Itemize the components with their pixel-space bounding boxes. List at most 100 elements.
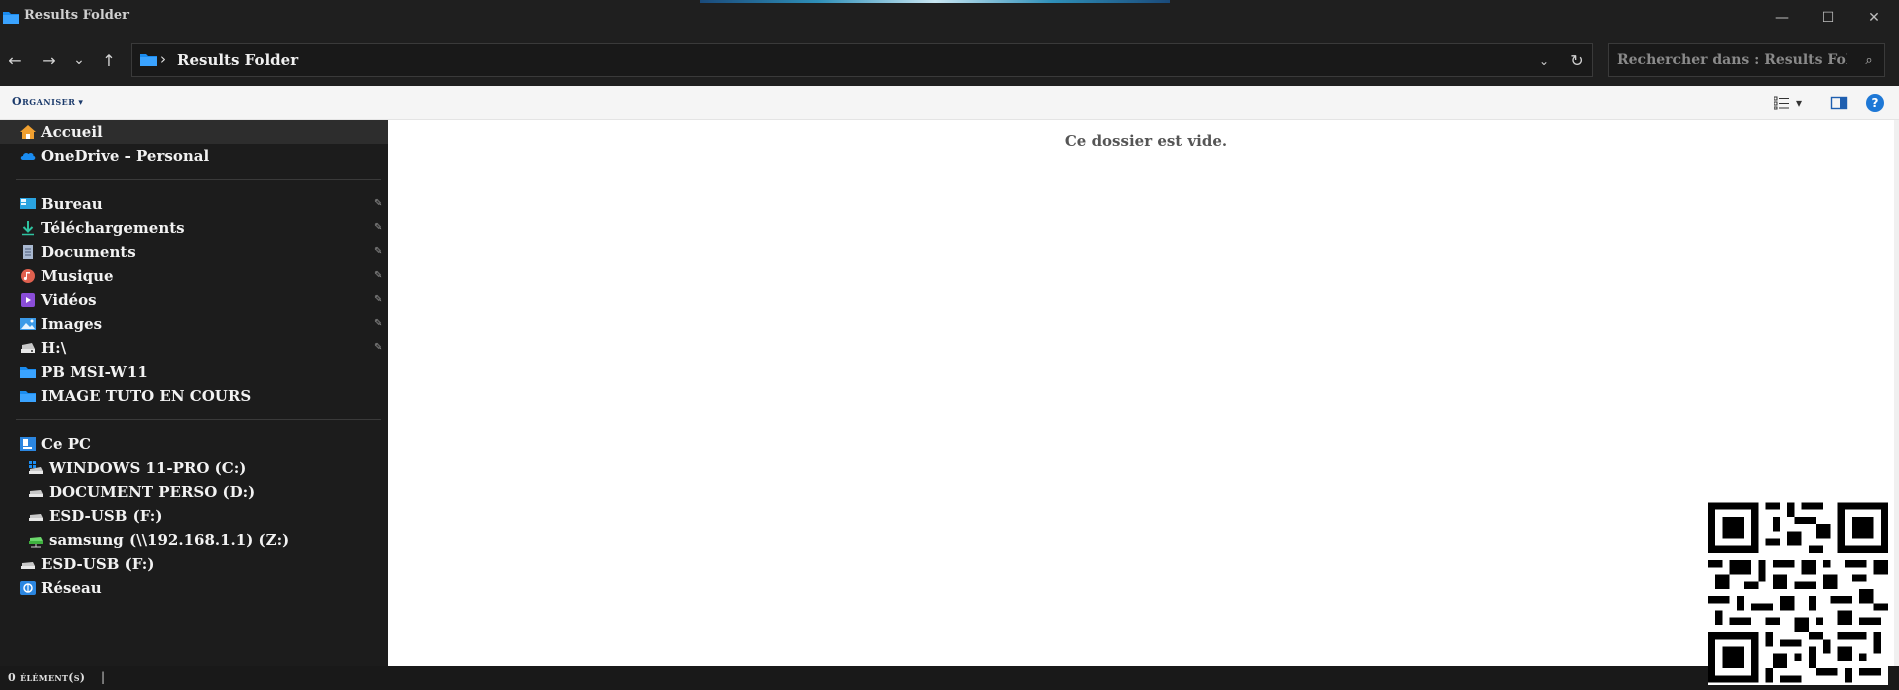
- sidebar-item-label: OneDrive - Personal: [41, 147, 210, 165]
- search-icon[interactable]: ⌕: [1859, 50, 1879, 70]
- title-bar: Results Folder — ☐ ✕: [0, 0, 1899, 36]
- sidebar-item-label: WINDOWS 11-PRO (C:): [49, 459, 247, 477]
- chevron-down-icon: ▾: [1796, 96, 1803, 110]
- folder-icon: [3, 12, 19, 24]
- desktop-wallpaper-strip: [700, 0, 1170, 3]
- drive-icon: [21, 343, 35, 353]
- navigation-pane: Accueil OneDrive - Personal Bureau ✎ Tél…: [0, 120, 388, 666]
- sidebar-item-label: Téléchargements: [41, 219, 185, 237]
- sidebar-item-musique[interactable]: Musique ✎: [0, 264, 388, 288]
- pin-icon[interactable]: ✎: [374, 294, 386, 306]
- folder-icon: [140, 54, 157, 66]
- details-view-icon: [1774, 96, 1789, 110]
- search-input[interactable]: [1609, 44, 1849, 76]
- sidebar-item-label: samsung (\\192.168.1.1) (Z:): [49, 531, 290, 549]
- sidebar-item-documents[interactable]: Documents ✎: [0, 240, 388, 264]
- sidebar-item-label: Documents: [41, 243, 136, 261]
- sidebar-item-telechargements[interactable]: Téléchargements ✎: [0, 216, 388, 240]
- window-title: Results Folder: [24, 8, 129, 23]
- sidebar-item-drive-z[interactable]: samsung (\\192.168.1.1) (Z:): [0, 528, 388, 552]
- home-icon: [20, 125, 36, 139]
- item-count: 0 élément(s): [8, 671, 86, 684]
- sidebar-item-image-tuto[interactable]: IMAGE TUTO EN COURS: [0, 384, 388, 408]
- file-list-area[interactable]: Ce dossier est vide.: [388, 120, 1899, 666]
- computer-icon: [20, 437, 36, 451]
- sidebar-item-drive-d[interactable]: DOCUMENT PERSO (D:): [0, 480, 388, 504]
- search-box[interactable]: ⌕: [1608, 43, 1885, 77]
- pin-icon[interactable]: ✎: [374, 270, 386, 282]
- sidebar-item-esd-usb[interactable]: ESD-USB (F:): [0, 552, 388, 576]
- sidebar-item-label: Ce PC: [41, 435, 91, 453]
- forward-button[interactable]: →: [37, 48, 61, 72]
- drive-icon: [29, 490, 43, 497]
- up-button[interactable]: ↑: [97, 48, 121, 72]
- breadcrumb-current[interactable]: Results Folder: [177, 51, 298, 69]
- sidebar-item-label: ESD-USB (F:): [41, 555, 155, 573]
- scrollbar-track[interactable]: [1894, 120, 1899, 666]
- sidebar-item-label: IMAGE TUTO EN COURS: [41, 387, 252, 405]
- preview-pane-button[interactable]: [1830, 94, 1848, 112]
- sidebar-item-images[interactable]: Images ✎: [0, 312, 388, 336]
- sidebar-item-drive-c[interactable]: WINDOWS 11-PRO (C:): [0, 456, 388, 480]
- recent-locations-button[interactable]: ⌄: [67, 48, 91, 72]
- breadcrumb-separator[interactable]: ›: [160, 50, 166, 68]
- system-drive-icon: [29, 461, 43, 474]
- pin-icon[interactable]: ✎: [374, 198, 386, 210]
- music-icon: [21, 269, 35, 283]
- sidebar-item-accueil[interactable]: Accueil: [0, 120, 388, 144]
- pin-icon[interactable]: ✎: [374, 342, 386, 354]
- address-dropdown-button[interactable]: ⌄: [1534, 51, 1554, 71]
- organise-label: Organiser: [12, 95, 76, 108]
- help-button[interactable]: ?: [1866, 94, 1884, 112]
- sidebar-item-label: DOCUMENT PERSO (D:): [49, 483, 256, 501]
- sidebar-item-label: H:\: [41, 339, 67, 357]
- sidebar-item-h-drive[interactable]: H:\ ✎: [0, 336, 388, 360]
- sidebar-item-label: Vidéos: [41, 291, 97, 309]
- organise-button[interactable]: Organiser ▾: [12, 95, 83, 108]
- status-bar: 0 élément(s) |: [0, 666, 1899, 690]
- pin-icon[interactable]: ✎: [374, 222, 386, 234]
- folder-icon: [20, 367, 36, 378]
- refresh-button[interactable]: ↻: [1566, 48, 1588, 72]
- minimize-button[interactable]: —: [1770, 6, 1794, 30]
- sidebar-item-label: Bureau: [41, 195, 103, 213]
- status-separator: |: [101, 670, 106, 684]
- sidebar-item-label: Accueil: [41, 123, 103, 141]
- sidebar-item-drive-f[interactable]: ESD-USB (F:): [0, 504, 388, 528]
- drive-icon: [21, 562, 35, 569]
- maximize-button[interactable]: ☐: [1816, 6, 1840, 30]
- command-bar: Organiser ▾ ▾ ?: [0, 86, 1899, 120]
- sidebar-item-label: PB MSI-W11: [41, 363, 148, 381]
- address-bar[interactable]: › Results Folder ⌄: [131, 43, 1593, 77]
- download-icon: [22, 221, 34, 236]
- close-button[interactable]: ✕: [1862, 6, 1886, 30]
- address-toolbar: ← → ⌄ ↑ › Results Folder ⌄ ↻ ⌕: [0, 36, 1899, 86]
- back-button[interactable]: ←: [3, 48, 27, 72]
- pin-icon[interactable]: ✎: [374, 318, 386, 330]
- qr-code-image: [1708, 500, 1888, 685]
- desktop-icon: [20, 198, 36, 209]
- network-drive-icon: [29, 537, 43, 548]
- view-options-button[interactable]: ▾: [1774, 94, 1802, 112]
- sidebar-item-label: ESD-USB (F:): [49, 507, 163, 525]
- sidebar-item-reseau[interactable]: Réseau: [0, 576, 388, 600]
- pin-icon[interactable]: ✎: [374, 246, 386, 258]
- empty-folder-message: Ce dossier est vide.: [1064, 132, 1228, 150]
- sidebar-item-label: Réseau: [41, 579, 102, 597]
- documents-icon: [23, 245, 33, 259]
- folder-icon: [20, 391, 36, 402]
- network-icon: [20, 581, 36, 595]
- divider: [16, 179, 381, 180]
- sidebar-item-onedrive[interactable]: OneDrive - Personal: [0, 144, 388, 168]
- chevron-down-icon: ▾: [78, 98, 84, 108]
- sidebar-item-ce-pc[interactable]: Ce PC: [0, 432, 388, 456]
- videos-icon: [21, 293, 35, 307]
- sidebar-item-pb-msi[interactable]: PB MSI-W11: [0, 360, 388, 384]
- drive-icon: [29, 514, 43, 521]
- divider: [16, 419, 381, 420]
- pictures-icon: [20, 318, 36, 330]
- sidebar-item-label: Musique: [41, 267, 114, 285]
- sidebar-item-bureau[interactable]: Bureau ✎: [0, 192, 388, 216]
- sidebar-item-label: Images: [41, 315, 103, 333]
- sidebar-item-videos[interactable]: Vidéos ✎: [0, 288, 388, 312]
